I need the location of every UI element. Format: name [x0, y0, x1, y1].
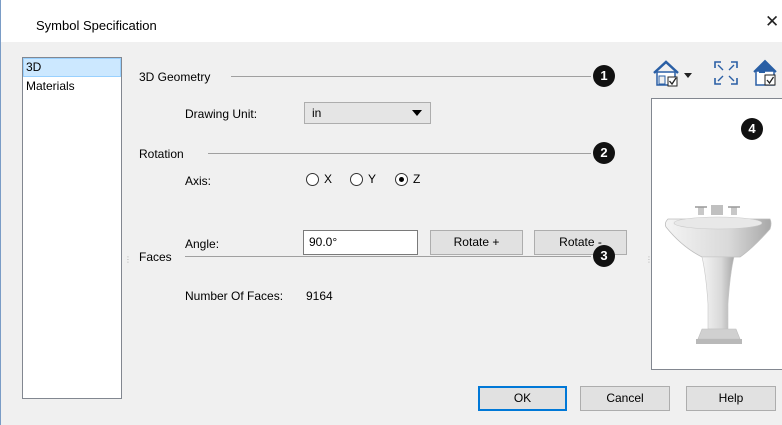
geometry-divider: [231, 76, 591, 77]
rotate-plus-button[interactable]: Rotate +: [430, 230, 523, 255]
faces-heading: Faces: [139, 250, 172, 264]
radio-circle: [306, 172, 319, 186]
symbol-preview-panel[interactable]: 4: [651, 98, 782, 370]
category-item-3d[interactable]: 3D: [23, 58, 121, 77]
callout-badge-3: 3: [593, 245, 615, 267]
rotation-heading: Rotation: [139, 147, 184, 161]
axis-radio-z[interactable]: Z: [395, 172, 420, 186]
angle-input[interactable]: 90.0°: [303, 230, 418, 255]
pedestal-sink-image: [664, 205, 772, 344]
fit-view-icon: [714, 61, 738, 85]
title-bar: Symbol Specification ✕: [1, 0, 782, 42]
drawing-unit-value: in: [312, 106, 322, 120]
ok-button[interactable]: OK: [478, 386, 567, 411]
chevron-down-icon: [412, 110, 422, 116]
splitter-grip-right[interactable]: ⋮: [645, 256, 653, 264]
category-item-materials[interactable]: Materials: [23, 77, 121, 96]
faces-count-value: 9164: [306, 289, 333, 303]
help-button[interactable]: Help: [686, 386, 776, 411]
faces-divider: [185, 256, 591, 257]
category-list: 3D Materials: [22, 57, 122, 399]
fit-view-button[interactable]: [712, 58, 740, 88]
rotation-divider: [208, 153, 591, 154]
callout-badge-1: 1: [593, 65, 615, 87]
angle-label: Angle:: [185, 237, 220, 251]
close-icon[interactable]: ✕: [765, 12, 779, 32]
axis-z-label: Z: [413, 172, 421, 186]
splitter-grip-left[interactable]: ⋮: [124, 256, 132, 264]
preview-settings-button[interactable]: [751, 58, 781, 88]
preview-settings-icon: [753, 59, 777, 86]
radio-circle-selected: [395, 172, 408, 186]
drawing-unit-label: Drawing Unit:: [185, 107, 258, 121]
axis-x-label: X: [324, 172, 333, 186]
axis-radio-y[interactable]: Y: [350, 172, 376, 186]
cancel-button[interactable]: Cancel: [580, 386, 670, 411]
house-view-dropdown-icon: [653, 60, 692, 87]
geometry-heading: 3D Geometry: [139, 70, 211, 84]
house-view-dropdown-button[interactable]: [651, 58, 697, 88]
dialog-title: Symbol Specification: [36, 18, 157, 33]
axis-y-label: Y: [368, 172, 377, 186]
drawing-unit-select[interactable]: in: [304, 102, 431, 124]
axis-radio-x[interactable]: X: [306, 172, 332, 186]
axis-label: Axis:: [185, 174, 212, 188]
symbol-specification-dialog: Symbol Specification ✕ 3D Materials ⋮ ⋮ …: [0, 0, 782, 425]
faces-count-label: Number Of Faces:: [185, 289, 284, 303]
radio-circle: [350, 172, 363, 186]
callout-badge-2: 2: [593, 142, 615, 164]
